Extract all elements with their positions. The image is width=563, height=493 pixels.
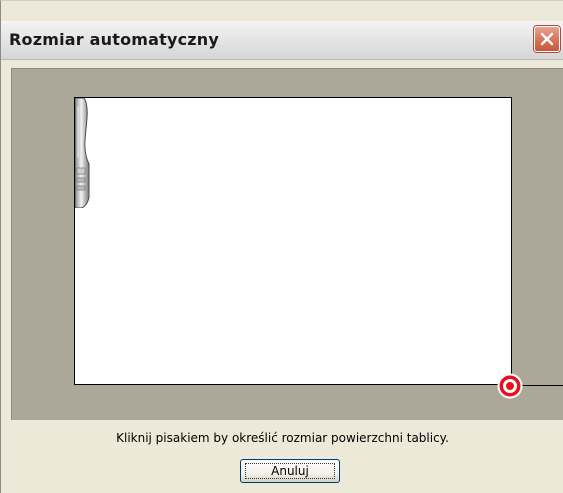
window-title: Rozmiar automatyczny <box>9 30 220 49</box>
cancel-button-label: Anuluj <box>271 464 309 478</box>
cursor-guide-line <box>522 385 563 386</box>
calibration-area <box>11 68 563 420</box>
target-icon[interactable] <box>497 373 523 399</box>
pen-icon <box>75 98 90 208</box>
close-button[interactable] <box>534 26 560 52</box>
whiteboard-surface[interactable] <box>74 97 512 385</box>
title-bar[interactable]: Rozmiar automatyczny <box>1 21 563 60</box>
cancel-button[interactable]: Anuluj <box>240 459 340 483</box>
instruction-text: Kliknij pisakiem by określić rozmiar pow… <box>116 431 449 445</box>
close-icon <box>540 32 554 46</box>
dialog-window: Rozmiar automatyczny Kliknij pisakiem by… <box>0 0 563 493</box>
